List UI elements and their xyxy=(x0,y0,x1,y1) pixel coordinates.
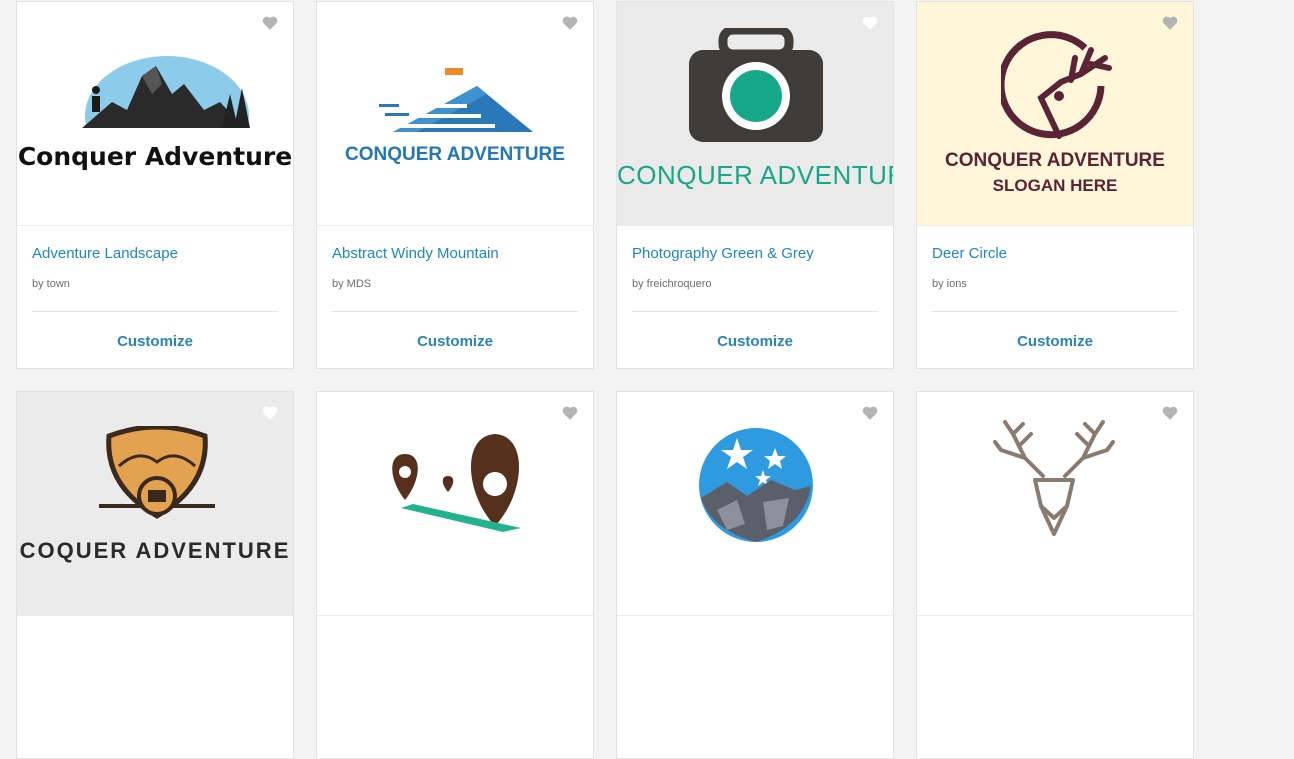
logo-preview[interactable]: Conquer Adventure xyxy=(17,2,293,226)
windy-mountain-logo xyxy=(377,68,533,132)
starry-mountain-logo xyxy=(699,428,813,542)
template-author: by freichroquero xyxy=(632,278,712,290)
camera-logo xyxy=(689,28,823,142)
deer-circle-logo xyxy=(1001,31,1112,139)
divider xyxy=(632,311,878,312)
template-title[interactable]: Adventure Landscape xyxy=(32,245,178,262)
template-card[interactable]: Conquer Adventure Adventure Landscape by… xyxy=(16,1,294,369)
template-card[interactable]: CONQUER ADVENTURE Photography Green & Gr… xyxy=(616,1,894,369)
template-title[interactable]: Photography Green & Grey xyxy=(632,245,814,262)
template-title[interactable]: Abstract Windy Mountain xyxy=(332,245,499,262)
logo-preview[interactable]: CONQUER ADVENTURE SLOGAN HERE xyxy=(917,2,1193,226)
heart-icon[interactable] xyxy=(861,404,879,422)
heart-icon[interactable] xyxy=(1161,14,1179,32)
template-author: by ions xyxy=(932,278,967,290)
logo-preview[interactable]: COQUER ADVENTURE xyxy=(17,392,293,616)
template-author: by MDS xyxy=(332,278,372,290)
logo-text: COQUER ADVENTURE xyxy=(19,538,291,563)
logo-preview[interactable] xyxy=(317,392,593,616)
coffee-badge-logo xyxy=(99,426,215,519)
heart-icon[interactable] xyxy=(1161,404,1179,422)
logo-preview[interactable]: CONQUER ADVENTURE xyxy=(317,2,593,226)
deer-antlers-logo xyxy=(993,420,1115,536)
template-card[interactable]: COQUER ADVENTURE xyxy=(16,391,294,759)
template-card[interactable] xyxy=(916,391,1194,759)
template-card[interactable]: CONQUER ADVENTURE Abstract Windy Mountai… xyxy=(316,1,594,369)
customize-button[interactable]: Customize xyxy=(917,333,1193,350)
logo-text: CONQUER ADVENTURE xyxy=(617,160,893,190)
logo-slogan: SLOGAN HERE xyxy=(992,176,1118,195)
logo-text: CONQUER ADVENTURE xyxy=(345,144,565,165)
heart-icon[interactable] xyxy=(561,14,579,32)
template-title[interactable]: Deer Circle xyxy=(932,245,1007,262)
map-pin-logo xyxy=(392,434,521,532)
template-card[interactable] xyxy=(616,391,894,759)
template-author: by town xyxy=(32,278,70,290)
divider xyxy=(32,311,278,312)
customize-button[interactable]: Customize xyxy=(317,333,593,350)
heart-icon[interactable] xyxy=(861,14,879,32)
customize-button[interactable]: Customize xyxy=(617,333,893,350)
logo-preview[interactable] xyxy=(917,392,1193,616)
logo-text: Conquer Adventure xyxy=(17,142,293,171)
heart-icon[interactable] xyxy=(561,404,579,422)
heart-icon[interactable] xyxy=(261,14,279,32)
divider xyxy=(332,311,578,312)
logo-preview[interactable] xyxy=(617,392,893,616)
divider xyxy=(932,311,1178,312)
template-card[interactable]: CONQUER ADVENTURE SLOGAN HERE Deer Circl… xyxy=(916,1,1194,369)
template-card[interactable] xyxy=(316,391,594,759)
heart-icon[interactable] xyxy=(261,404,279,422)
customize-button[interactable]: Customize xyxy=(17,333,293,350)
mountain-landscape-logo xyxy=(72,56,262,134)
logo-preview[interactable]: CONQUER ADVENTURE xyxy=(617,2,893,226)
logo-text: CONQUER ADVENTURE xyxy=(945,150,1165,171)
